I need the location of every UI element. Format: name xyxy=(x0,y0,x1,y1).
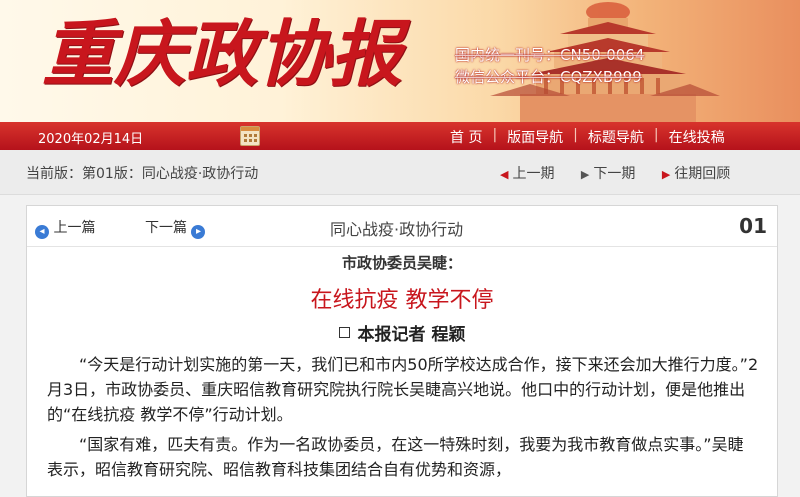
article-kicker: 市政协委员吴睫： xyxy=(341,254,462,272)
registration-info: 国内统一刊号：CN50-0064 微信公众平台：CQZXB999 xyxy=(455,44,644,88)
article-header: ◂ 上一篇 下一篇 ▸ 同心战疫·政协行动 01 xyxy=(27,206,777,247)
archive-link[interactable]: ▶ 往期回顾 xyxy=(662,166,730,182)
nav-submit-online[interactable]: 在线投稿 xyxy=(659,127,735,147)
nav-links: 首 页 | 版面导航 | 标题导航 | 在线投稿 xyxy=(440,127,735,147)
triangle-right-icon: ▶ xyxy=(661,168,671,181)
masthead: 重庆政协报 国内统一刊号：CN50-0064 微信公众平台：CQZXB999 xyxy=(0,0,800,122)
page-number: 01 xyxy=(739,214,767,238)
newspaper-logo: 重庆政协报 xyxy=(42,11,403,96)
next-article-link[interactable]: 下一篇 ▸ xyxy=(145,217,206,239)
prev-issue-link[interactable]: ◀ 上一期 xyxy=(500,166,554,182)
section-title: 同心战疫·政协行动 xyxy=(330,220,464,239)
calendar-icon[interactable] xyxy=(240,126,260,146)
nav-title-navigation[interactable]: 标题导航 xyxy=(578,127,654,147)
article-paragraph: “国家有难，匹夫有责。作为一名政协委员，在这一特殊时刻，我要为我市教育做点实事。… xyxy=(47,435,744,479)
prev-article-link[interactable]: ◂ 上一篇 xyxy=(35,217,95,239)
nav-page-navigation[interactable]: 版面导航 xyxy=(497,127,573,147)
registration-wechat: 微信公众平台：CQZXB999 xyxy=(455,68,642,86)
triangle-left-icon: ◀ xyxy=(500,168,509,181)
square-bullet-icon xyxy=(338,327,350,338)
triangle-right-icon: ▶ xyxy=(580,168,590,181)
edition-bar: 当前版：第01版：同心战疫·政协行动 ◀ 上一期 ▶ 下一期 ▶ 往期回顾 xyxy=(0,150,800,195)
next-issue-link[interactable]: ▶ 下一期 xyxy=(581,166,635,182)
article-paragraph: “今天是行动计划实施的第一天，我们已和市内50所学校达成合作，接下来还会加大推行… xyxy=(47,355,759,424)
nav-home[interactable]: 首 页 xyxy=(440,127,492,147)
top-navbar: 2020年02月14日 首 页 | 版面导航 | 标题导航 | 在线投稿 xyxy=(0,122,800,150)
current-edition: 当前版：第01版：同心战疫·政协行动 xyxy=(26,166,259,182)
arrow-right-icon: ▸ xyxy=(191,225,206,239)
issue-date: 2020年02月14日 xyxy=(38,132,144,147)
article-headline: 在线抗疫 教学不停 xyxy=(310,288,494,313)
registration-issn: 国内统一刊号：CN50-0064 xyxy=(455,46,645,64)
article-byline: 本报记者 程颖 xyxy=(27,320,777,345)
issue-navigation: ◀ 上一期 ▶ 下一期 ▶ 往期回顾 xyxy=(500,163,752,183)
arrow-left-icon: ◂ xyxy=(35,225,49,239)
article-panel: ◂ 上一篇 下一篇 ▸ 同心战疫·政协行动 01 市政协委员吴睫： 在线抗疫 教… xyxy=(26,205,778,497)
